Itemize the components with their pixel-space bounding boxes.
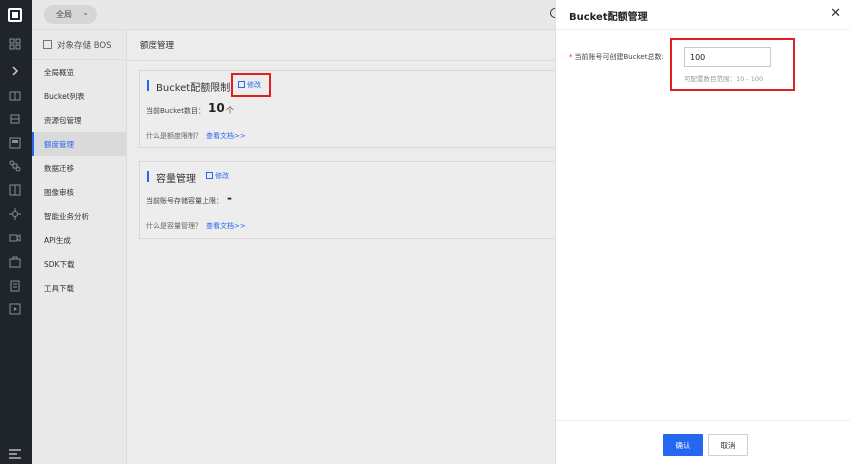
service-sidebar: 对象存储 BOS 全局概览 Bucket列表 资源包管理 额度管理 数据迁移 图… [32,30,127,464]
highlight-box [670,38,795,91]
edit-icon [206,172,213,179]
drawer-footer: 确认 取消 [556,420,850,464]
capacity-card: 容量管理 修改 当前账号存储容量上限： - 什么是容量管理？ 查看文档>> [139,161,559,239]
network-icon[interactable] [9,90,21,102]
sidebar-item-business-analysis[interactable]: 智能业务分析 [32,204,126,228]
doc-link[interactable]: 查看文档>> [206,222,246,230]
bucket-total-label: * 当前账号可创建Bucket总数: [569,53,664,61]
grid-icon[interactable] [9,38,21,50]
main-content: 额度管理 Bucket配额限制 修改 当前Bucket数目： 10 个 什么是额… [127,30,559,464]
cancel-button[interactable]: 取消 [708,434,748,456]
left-rail [0,0,32,464]
close-icon[interactable]: ✕ [830,6,841,21]
bucket-count-unit: 个 [226,106,234,115]
sidebar-item-bucket-list[interactable]: Bucket列表 [32,84,126,108]
quota-drawer: Bucket配额管理 ✕ *当前账号可创建Bucket总数: 可配置数目范围：1… [555,0,850,464]
region-selector[interactable]: 全局 ⌄ [44,5,97,24]
sidebar-item-image-review[interactable]: 图像审核 [32,180,126,204]
sidebar-item-quota-management[interactable]: 额度管理 [32,132,126,156]
required-mark: * [569,53,573,61]
page-title: 额度管理 [140,41,175,51]
drawer-title: Bucket配额管理 [556,0,850,30]
sidebar-item-resource-packages[interactable]: 资源包管理 [32,108,126,132]
briefcase-icon[interactable] [9,256,21,268]
edit-capacity-link[interactable]: 修改 [206,171,229,181]
confirm-button[interactable]: 确认 [663,434,703,456]
layers-icon[interactable] [9,113,21,125]
settings-icon[interactable] [9,208,21,220]
doc-link[interactable]: 查看文档>> [206,132,246,140]
help-text: 什么是容量管理？ 查看文档>> [146,222,246,230]
bucket-count-value: 10 [208,101,225,115]
bos-icon [43,40,52,49]
divider [127,60,555,61]
card-title: Bucket配额限制 [147,79,230,94]
bucket-quota-card: Bucket配额限制 修改 当前Bucket数目： 10 个 什么是额度限制？查… [139,70,559,148]
help-text: 什么是额度限制？ 查看文档>> [146,132,246,140]
storage-icon[interactable] [9,137,21,149]
sidebar-item-overview[interactable]: 全局概览 [32,60,126,84]
capacity-limit-value: - [227,191,232,205]
service-title: 对象存储 BOS [32,30,126,60]
menu-icon[interactable] [9,449,21,459]
highlight-box [231,73,271,97]
logo-icon[interactable] [8,8,22,22]
sidebar-item-tools-download[interactable]: 工具下载 [32,276,126,300]
expand-chevron-icon[interactable] [9,65,21,77]
command-icon[interactable] [9,160,21,172]
apps-icon[interactable] [9,184,21,196]
video-icon[interactable] [9,232,21,244]
card-title: 容量管理 [147,170,196,185]
document-icon[interactable] [9,280,21,292]
region-label: 全局 [56,10,72,19]
capacity-limit-label: 当前账号存储容量上限： [146,197,223,205]
chevron-down-icon: ⌄ [82,8,89,17]
sidebar-item-data-migration[interactable]: 数据迁移 [32,156,126,180]
sidebar-item-api-generation[interactable]: API生成 [32,228,126,252]
bucket-count-label: 当前Bucket数目： [146,107,205,115]
sidebar-item-sdk-download[interactable]: SDK下载 [32,252,126,276]
play-icon[interactable] [9,303,21,315]
